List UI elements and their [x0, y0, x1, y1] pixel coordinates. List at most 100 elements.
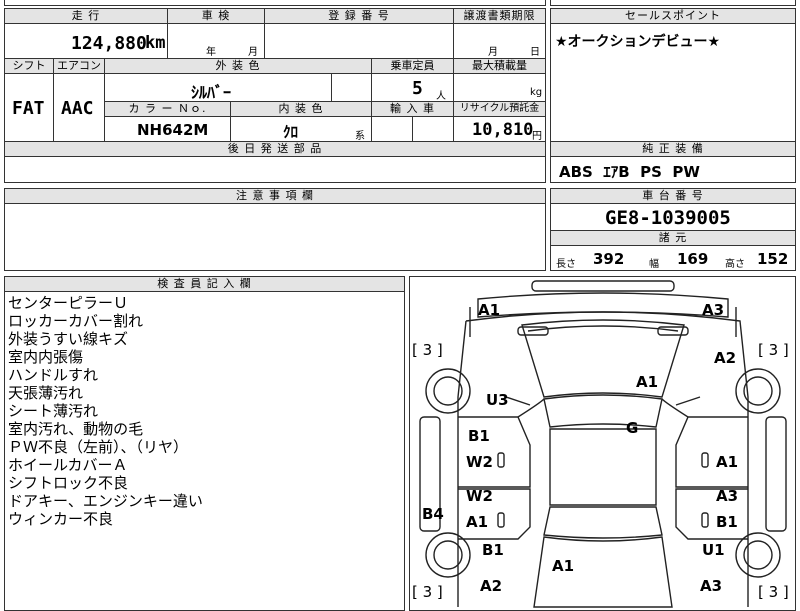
exterior-color-extra-cell	[331, 73, 372, 102]
inspector-note-line: ＰＷ不良（左前）、（リヤ）	[8, 438, 189, 456]
damage-tire-rl: [ 3 ]	[412, 583, 443, 601]
dimensions-cell: 長さ 392 幅 169 高さ 152	[550, 245, 796, 271]
caution-header: 注 意 事 項 欄	[4, 188, 546, 204]
import-car-cell-a	[371, 116, 413, 142]
caution-cell	[4, 203, 546, 271]
aircon-header: エアコン	[53, 58, 105, 74]
aircon-cell: AAC	[53, 73, 105, 142]
inspection-year-label: 年	[206, 47, 216, 58]
inspector-note-line: ハンドルすれ	[8, 366, 99, 384]
inspector-note-line: ウィンカー不良	[8, 510, 114, 528]
inspector-note-line: 天張薄汚れ	[8, 384, 84, 402]
mileage-value: 124,880	[71, 33, 147, 54]
shift-cell: FAT	[4, 73, 54, 142]
damage-tire-fr: [ 3 ]	[758, 341, 789, 359]
inspection-month-label: 月	[248, 47, 258, 58]
sales-point-cell: ★オークションデビュー★	[550, 23, 796, 142]
color-no-cell: NH642M	[104, 116, 231, 142]
mileage-unit: km	[145, 33, 166, 53]
top-cut-row-right	[550, 0, 796, 6]
deadline-month-label: 月	[488, 47, 498, 58]
interior-color-cell: ｸﾛ 系	[230, 116, 372, 142]
damage-rocker-left: B4	[422, 505, 444, 523]
damage-door-fr: A1	[716, 453, 739, 471]
height-value: 152	[757, 250, 789, 268]
interior-color-value: ｸﾛ	[283, 123, 299, 141]
top-cut-row	[4, 0, 546, 6]
recycle-fee-value: 10,810	[472, 120, 534, 140]
inspector-note-line: 室内内張傷	[8, 348, 84, 366]
equipment-header: 純 正 装 備	[550, 141, 796, 157]
inspection-header: 車 検	[167, 8, 265, 24]
capacity-value: 5	[412, 78, 423, 99]
length-label: 長さ	[556, 259, 576, 270]
recycle-fee-unit: 円	[532, 131, 542, 142]
capacity-header: 乗車定員	[371, 58, 454, 74]
shift-header: シフト	[4, 58, 54, 74]
length-value: 392	[593, 250, 625, 268]
inspector-notes-header: 検 査 員 記 入 欄	[4, 276, 405, 292]
shift-value: FAT	[12, 98, 45, 119]
equipment-value: ABS ｴｱB PS PW	[559, 163, 700, 181]
later-parts-cell	[4, 156, 546, 183]
exterior-color-header: 外 装 色	[104, 58, 372, 74]
max-load-unit: kg	[530, 87, 543, 98]
equipment-cell: ABS ｴｱB PS PW	[550, 156, 796, 183]
damage-door-fl-1: B1	[468, 427, 490, 445]
sales-point-text: ★オークションデビュー★	[555, 34, 721, 50]
inspector-notes-cell: センターピラーＵ ロッカーカバー割れ 外装うすい線キズ 室内内張傷 ハンドルすれ 天張薄汚…	[4, 291, 405, 611]
recycle-fee-cell: 10,810 円	[453, 116, 546, 142]
damage-fender-left-u: U3	[486, 391, 509, 409]
mileage-cell: 124,880 km	[4, 23, 168, 59]
damage-hood: A1	[636, 373, 659, 391]
later-parts-header: 後 日 発 送 部 品	[4, 141, 546, 157]
damage-door-fl-2: W2	[466, 453, 493, 471]
exterior-color-value: ｼﾙﾊﾞｰ	[191, 83, 232, 102]
deadline-cell: 月 日	[453, 23, 546, 59]
exterior-color-cell: ｼﾙﾊﾞｰ	[104, 73, 332, 102]
deadline-day-label: 日	[530, 47, 540, 58]
inspector-note-line: ホイールカバーＡ	[8, 456, 128, 474]
sales-point-header: セールスポイント	[550, 8, 796, 24]
deadline-header: 譲渡書類期限	[453, 8, 546, 24]
width-value: 169	[677, 250, 709, 268]
import-car-cell-b	[412, 116, 454, 142]
registration-cell	[264, 23, 454, 59]
max-load-header: 最大積載量	[453, 58, 546, 74]
interior-color-suffix: 系	[355, 131, 365, 142]
inspector-note-line: シート薄汚れ	[8, 402, 99, 420]
inspector-notes-list: センターピラーＵ ロッカーカバー割れ 外装うすい線キズ 室内内張傷 ハンドルすれ 天張薄汚…	[8, 294, 203, 528]
car-diagram-panel: A1 A3 [ 3 ] [ 3 ] A2 A1 U3 G B1 W2 A1 W2…	[409, 276, 796, 611]
damage-rear-fender-right: U1	[702, 541, 725, 559]
height-label: 高さ	[725, 259, 745, 270]
dimensions-header: 諸 元	[550, 230, 796, 246]
damage-door-rl-2: A1	[466, 513, 489, 531]
inspector-note-line: センターピラーＵ	[8, 294, 129, 312]
inspector-note-line: シフトロック不良	[8, 474, 129, 492]
damage-rear-fender-left: B1	[482, 541, 504, 559]
damage-rear-right: A3	[700, 577, 723, 595]
inspector-note-line: ロッカーカバー割れ	[8, 312, 144, 330]
damage-glass: G	[626, 419, 639, 437]
aircon-value: AAC	[61, 98, 94, 119]
max-load-cell: kg	[453, 73, 546, 102]
damage-door-rl-1: W2	[466, 487, 493, 505]
damage-door-rr-2: B1	[716, 513, 738, 531]
damage-tire-fl: [ 3 ]	[412, 341, 443, 359]
inspector-note-line: 外装うすい線キズ	[8, 330, 129, 348]
color-no-header: カ ラ ー Ｎｏ.	[104, 101, 231, 117]
damage-rear-left: A2	[480, 577, 503, 595]
capacity-unit: 人	[436, 91, 446, 102]
damage-fender-right: A2	[714, 349, 737, 367]
damage-trunk: A1	[552, 557, 575, 575]
width-label: 幅	[649, 259, 659, 270]
damage-door-rr-1: A3	[716, 487, 739, 505]
damage-tire-rr: [ 3 ]	[758, 583, 789, 601]
registration-header: 登 録 番 号	[264, 8, 454, 24]
damage-front-left: A1	[478, 301, 501, 319]
color-no-value: NH642M	[137, 121, 209, 139]
mileage-header: 走 行	[4, 8, 168, 24]
inspector-note-line: ドアキー、エンジンキー違い	[8, 492, 203, 510]
chassis-header: 車 台 番 号	[550, 188, 796, 204]
chassis-cell: GE8-1039005	[550, 203, 796, 231]
